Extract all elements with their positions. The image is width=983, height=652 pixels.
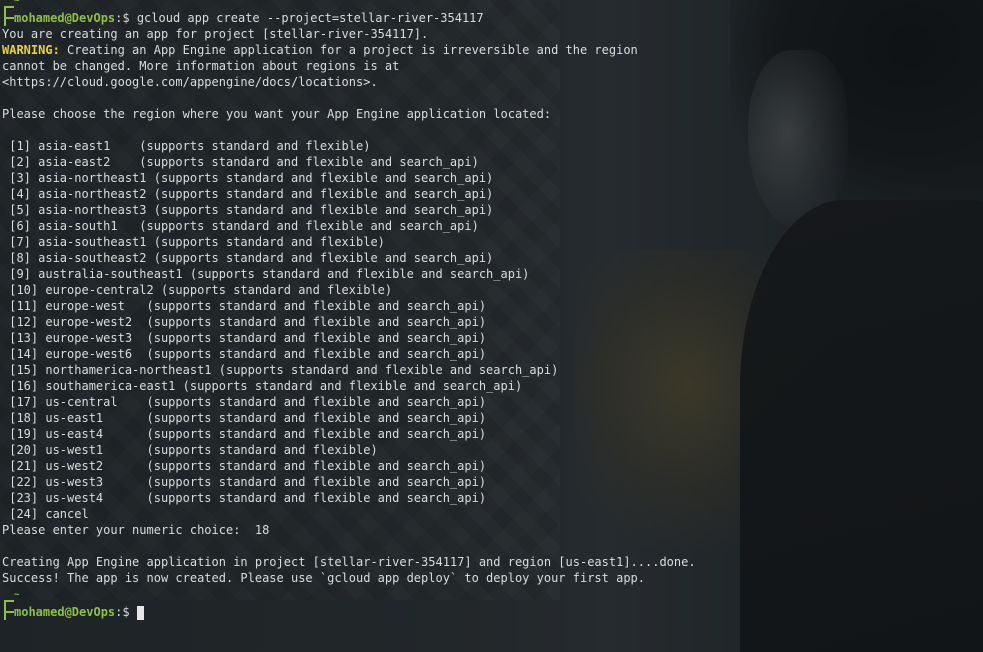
command-text: gcloud app create --project=stellar-rive… (129, 11, 484, 25)
output-line: <https://cloud.google.com/appengine/docs… (2, 75, 378, 89)
warning-text: Creating an App Engine application for a… (59, 43, 638, 57)
region-option: [22] us-west3 (supports standard and fle… (2, 475, 487, 489)
region-option: [1] asia-east1 (supports standard and fl… (2, 139, 371, 153)
region-option: [21] us-west2 (supports standard and fle… (2, 459, 487, 473)
warning-label: WARNING: (2, 43, 60, 57)
command-line[interactable]: mohamed@DevOps:$ (2, 604, 696, 620)
region-option: [15] northamerica-northeast1 (supports s… (2, 363, 559, 377)
region-option: [13] europe-west3 (supports standard and… (2, 331, 487, 345)
warning-line: WARNING: Creating an App Engine applicat… (2, 42, 696, 58)
prompt-corner-icon (4, 600, 14, 610)
region-option: [8] asia-southeast2 (supports standard a… (2, 251, 494, 265)
prompt-symbol: :$ (115, 605, 130, 619)
region-option: [20] us-west1 (supports standard and fle… (2, 443, 378, 457)
command-line: mohamed@DevOps:$ gcloud app create --pro… (2, 10, 696, 26)
region-option: [4] asia-northeast2 (supports standard a… (2, 187, 494, 201)
region-option: [2] asia-east2 (supports standard and fl… (2, 155, 479, 169)
region-option: [3] asia-northeast1 (supports standard a… (2, 171, 494, 185)
region-option: [9] australia-southeast1 (supports stand… (2, 267, 530, 281)
region-option: [6] asia-south1 (supports standard and f… (2, 219, 479, 233)
region-option: [7] asia-southeast1 (supports standard a… (2, 235, 385, 249)
region-option: [11] europe-west (supports standard and … (2, 299, 487, 313)
region-option: [19] us-east4 (supports standard and fle… (2, 427, 487, 441)
output-line: Success! The app is now created. Please … (2, 571, 645, 585)
region-list: [1] asia-east1 (supports standard and fl… (2, 138, 696, 522)
prompt-corner-icon (4, 6, 14, 16)
prompt-symbol: :$ (115, 11, 130, 25)
prompt-cwd: ~ (14, 590, 20, 600)
output-line: You are creating an app for project [ste… (2, 27, 429, 41)
prompt-user-host: mohamed@DevOps (14, 11, 116, 25)
region-option: [5] asia-northeast3 (supports standard a… (2, 203, 494, 217)
region-option: [10] europe-central2 (supports standard … (2, 283, 393, 297)
choice-line: Please enter your numeric choice: 18 (2, 523, 270, 537)
region-option: [16] southamerica-east1 (supports standa… (2, 379, 523, 393)
prompt-cwd: ~ (14, 0, 20, 6)
region-option: [17] us-central (supports standard and f… (2, 395, 487, 409)
region-option: [12] europe-west2 (supports standard and… (2, 315, 487, 329)
terminal-output[interactable]: ~ mohamed@DevOps:$ gcloud app create --p… (0, 0, 696, 620)
region-option: [14] europe-west6 (supports standard and… (2, 347, 487, 361)
output-line: Creating App Engine application in proje… (2, 555, 696, 569)
text-cursor[interactable] (136, 605, 144, 620)
prompt-user-host: mohamed@DevOps (14, 605, 116, 619)
output-line: Please choose the region where you want … (2, 107, 552, 121)
region-option: [24] cancel (2, 507, 89, 521)
output-line: cannot be changed. More information abou… (2, 59, 400, 73)
prompt-decoration: ~ (2, 590, 696, 610)
prompt-decoration: ~ (2, 0, 696, 16)
prompt-arrow-icon (6, 611, 14, 613)
region-option: [18] us-east1 (supports standard and fle… (2, 411, 487, 425)
prompt-arrow-icon (6, 17, 14, 19)
region-option: [23] us-west4 (supports standard and fle… (2, 491, 487, 505)
